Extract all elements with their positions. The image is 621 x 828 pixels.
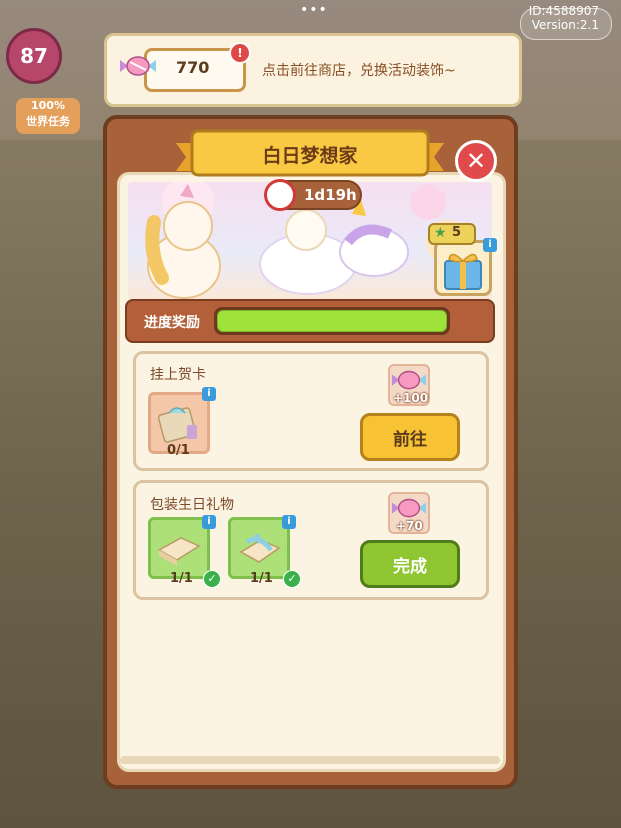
more-dots-icon[interactable]: ••• <box>300 2 328 18</box>
check-icon: ✓ <box>283 570 301 588</box>
alert-icon: ! <box>229 42 251 64</box>
world-task-label: 世界任务 <box>26 115 70 128</box>
complete-button[interactable]: 完成 <box>360 540 460 588</box>
gift-box-icon <box>444 253 482 290</box>
close-button[interactable]: ✕ <box>455 140 497 182</box>
reward-amount: +70 <box>396 519 423 533</box>
item-info-icon[interactable]: i <box>282 515 296 529</box>
reward-amount: +100 <box>393 391 429 405</box>
star-count: 5 <box>452 225 462 240</box>
candy-icon <box>120 56 156 76</box>
wrapping-paper-icon <box>157 537 201 566</box>
progress-fill <box>217 310 447 332</box>
candy-count: 770 <box>176 58 210 77</box>
close-icon: ✕ <box>465 147 487 175</box>
user-id-text: ID:4588907 <box>528 4 599 18</box>
clock-icon <box>264 179 296 211</box>
reward-info-icon[interactable]: i <box>483 238 497 252</box>
task-title-2: 包装生日礼物 <box>150 497 234 513</box>
go-button[interactable]: 前往 <box>360 413 460 461</box>
task-title-1: 挂上贺卡 <box>150 367 206 383</box>
shop-hint-text: 点击前往商店，兑换活动装饰~ <box>262 63 456 79</box>
item-progress: 1/1 <box>250 571 273 586</box>
dialog-footer-strip <box>120 756 500 764</box>
player-level-badge[interactable]: 87 <box>6 28 62 84</box>
check-icon: ✓ <box>203 570 221 588</box>
world-task-percent: 100% <box>31 99 65 112</box>
item-info-icon[interactable]: i <box>202 515 216 529</box>
version-text: Version:2.1 <box>531 18 599 32</box>
item-info-icon[interactable]: i <box>202 387 216 401</box>
item-progress: 1/1 <box>170 571 193 586</box>
timer-text: 1d19h <box>304 186 357 204</box>
dialog-title: 白日梦想家 <box>262 145 358 167</box>
ribbon-box-icon <box>239 533 281 563</box>
task-item-card[interactable] <box>148 517 210 579</box>
item-progress: 0/1 <box>167 443 190 458</box>
task-item-card[interactable] <box>228 517 290 579</box>
star-icon: ★ <box>434 225 447 241</box>
progress-label: 进度奖励 <box>144 315 200 331</box>
world-task-button[interactable]: 100% 世界任务 <box>16 98 80 134</box>
